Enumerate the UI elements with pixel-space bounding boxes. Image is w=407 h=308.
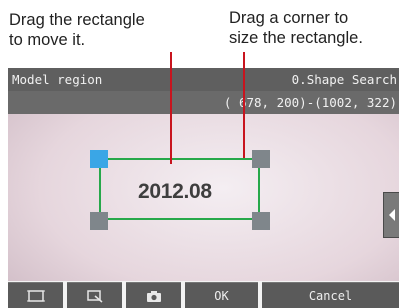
camera-screen: Model region 0.Shape Search ( 678, 200)-… — [8, 68, 399, 308]
mode-title: Model region — [12, 72, 103, 87]
region-content-text: 2012.08 — [138, 180, 212, 203]
corner-handle-bottom-left[interactable] — [90, 212, 108, 230]
callout-move-leader — [170, 52, 172, 164]
callout-size: Drag a corner to size the rectangle. — [229, 8, 363, 48]
header-bar: Model region 0.Shape Search — [8, 68, 399, 91]
camera-icon — [146, 291, 161, 302]
corner-handle-top-left[interactable] — [90, 150, 108, 168]
process-title: 0.Shape Search — [291, 72, 397, 87]
chevron-left-icon — [388, 209, 395, 221]
camera-button[interactable] — [126, 282, 181, 308]
callout-size-leader — [243, 52, 245, 158]
side-panel-toggle[interactable] — [383, 192, 399, 238]
corner-handle-bottom-right[interactable] — [252, 212, 270, 230]
ok-button[interactable]: OK — [185, 282, 258, 308]
region-frame-button[interactable] — [8, 282, 63, 308]
zoom-region-icon — [86, 290, 102, 303]
zoom-region-button[interactable] — [67, 282, 122, 308]
callout-size-line2: size the rectangle. — [229, 29, 363, 47]
callout-move-line2: to move it. — [9, 31, 86, 49]
callout-move: Drag the rectangle to move it. — [9, 10, 145, 50]
corner-handle-top-right[interactable] — [252, 150, 270, 168]
region-frame-icon — [26, 290, 45, 302]
callout-move-line1: Drag the rectangle — [9, 11, 145, 29]
bottom-toolbar: OK Cancel — [8, 281, 399, 308]
coordinate-bar: ( 678, 200)-(1002, 322) — [8, 91, 399, 114]
callout-size-line1: Drag a corner to — [229, 9, 349, 27]
cancel-button[interactable]: Cancel — [262, 282, 399, 308]
region-coordinates: ( 678, 200)-(1002, 322) — [223, 95, 397, 110]
